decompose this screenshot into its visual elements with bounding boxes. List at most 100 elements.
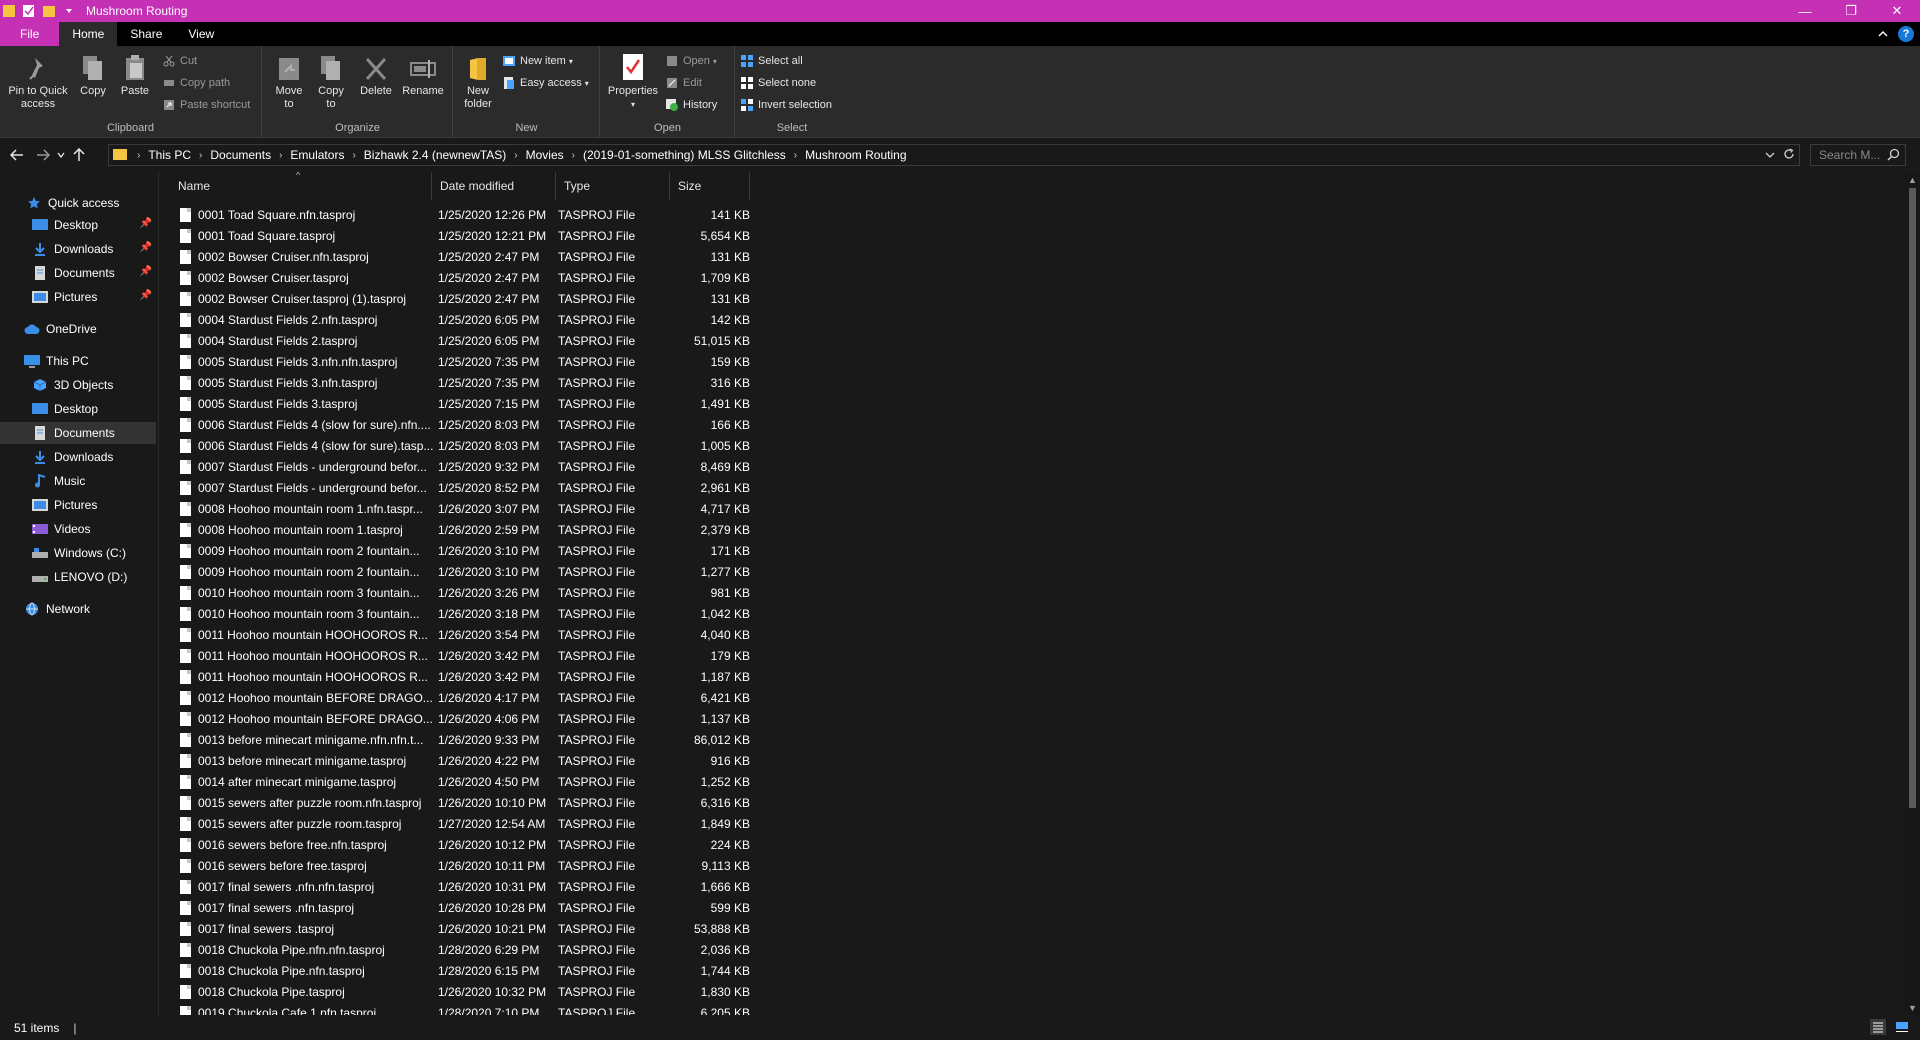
paste-shortcut-button[interactable]: Paste shortcut	[162, 96, 250, 114]
nav-pictures[interactable]: Pictures	[0, 494, 156, 516]
new-folder-button[interactable]: New folder	[458, 52, 498, 111]
file-row[interactable]: 0007 Stardust Fields - underground befor…	[160, 477, 780, 498]
file-row[interactable]: 0009 Hoohoo mountain room 2 fountain... 1…	[160, 540, 780, 561]
file-row[interactable]: 0014 after minecart minigame.tasproj 1/26…	[160, 771, 780, 792]
nav-quick-access[interactable]: Quick access	[0, 192, 156, 214]
nav-qa-documents[interactable]: Documents 📌	[0, 262, 156, 284]
file-row[interactable]: 0019 Chuckola Cafe 1.nfn.tasproj 1/28/202…	[160, 1002, 780, 1015]
file-row[interactable]: 0018 Chuckola Pipe.nfn.nfn.tasproj 1/28/2…	[160, 939, 780, 960]
nav-qa-desktop[interactable]: Desktop 📌	[0, 214, 156, 236]
breadcrumb-this-pc[interactable]: This PC	[148, 148, 191, 162]
breadcrumb-movies[interactable]: Movies	[526, 148, 564, 162]
file-row[interactable]: 0002 Bowser Cruiser.tasproj (1).tasproj 1…	[160, 288, 780, 309]
edit-button[interactable]: Edit	[665, 74, 702, 92]
scrollbar-thumb[interactable]	[1909, 188, 1916, 808]
file-row[interactable]: 0013 before minecart minigame.nfn.nfn.t.…	[160, 729, 780, 750]
copy-to-button[interactable]: Copy to	[313, 52, 349, 111]
paste-button[interactable]: Paste	[118, 52, 152, 98]
file-row[interactable]: 0005 Stardust Fields 3.nfn.nfn.tasproj 1/…	[160, 351, 780, 372]
minimize-button[interactable]: —	[1782, 0, 1828, 22]
pin-icon[interactable]: 📌	[140, 266, 152, 277]
file-row[interactable]: 0009 Hoohoo mountain room 2 fountain... 1…	[160, 561, 780, 582]
nav-documents[interactable]: Documents	[0, 422, 156, 444]
file-row[interactable]: 0004 Stardust Fields 2.tasproj 1/25/2020 …	[160, 330, 780, 351]
recent-locations-icon[interactable]	[54, 144, 68, 166]
nav-windows-c[interactable]: Windows (C:)	[0, 542, 156, 564]
file-row[interactable]: 0001 Toad Square.nfn.tasproj 1/25/2020 12…	[160, 204, 780, 225]
new-folder-icon[interactable]	[42, 4, 56, 18]
file-row[interactable]: 0011 Hoohoo mountain HOOHOOROS R... 1/26/…	[160, 645, 780, 666]
cut-button[interactable]: Cut	[162, 52, 197, 70]
delete-button[interactable]: Delete	[357, 52, 395, 98]
nav-downloads[interactable]: Downloads	[0, 446, 156, 468]
nav-lenovo-d[interactable]: LENOVO (D:)	[0, 566, 156, 588]
nav-onedrive[interactable]: OneDrive	[0, 318, 156, 340]
up-arrow-icon[interactable]	[68, 144, 90, 166]
column-header-size[interactable]: Size	[670, 172, 750, 200]
nav-music[interactable]: Music	[0, 470, 156, 492]
open-button[interactable]: Open ▾	[665, 52, 717, 70]
nav-network[interactable]: Network	[0, 598, 156, 620]
file-row[interactable]: 0005 Stardust Fields 3.tasproj 1/25/2020 …	[160, 393, 780, 414]
nav-qa-pictures[interactable]: Pictures 📌	[0, 286, 156, 308]
file-row[interactable]: 0002 Bowser Cruiser.tasproj 1/25/2020 2:4…	[160, 267, 780, 288]
tab-home[interactable]: Home	[59, 22, 118, 46]
large-icons-view-icon[interactable]	[1894, 1019, 1910, 1035]
move-to-button[interactable]: Move to	[271, 52, 307, 111]
file-row[interactable]: 0012 Hoohoo mountain BEFORE DRAGO... 1/26…	[160, 687, 780, 708]
pane-divider[interactable]	[158, 172, 159, 1015]
breadcrumb-documents[interactable]: Documents	[210, 148, 271, 162]
address-dropdown-icon[interactable]	[1765, 148, 1775, 163]
nav-qa-downloads[interactable]: Downloads 📌	[0, 238, 156, 260]
back-arrow-icon[interactable]	[6, 144, 28, 166]
file-row[interactable]: 0017 final sewers .nfn.nfn.tasproj 1/26/2…	[160, 876, 780, 897]
details-view-icon[interactable]	[1870, 1019, 1886, 1035]
help-icon[interactable]: ?	[1898, 26, 1914, 42]
file-row[interactable]: 0001 Toad Square.tasproj 1/25/2020 12:21 …	[160, 225, 780, 246]
nav-3d-objects[interactable]: 3D Objects	[0, 374, 156, 396]
rename-button[interactable]: Rename	[401, 52, 445, 98]
easy-access-button[interactable]: Easy access ▾	[502, 74, 589, 92]
copy-path-button[interactable]: Copy path	[162, 74, 230, 92]
file-row[interactable]: 0004 Stardust Fields 2.nfn.tasproj 1/25/2…	[160, 309, 780, 330]
file-row[interactable]: 0017 final sewers .nfn.tasproj 1/26/2020 …	[160, 897, 780, 918]
invert-selection-button[interactable]: Invert selection	[740, 96, 832, 114]
file-row[interactable]: 0011 Hoohoo mountain HOOHOOROS R... 1/26/…	[160, 624, 780, 645]
properties-icon[interactable]	[22, 4, 36, 18]
file-row[interactable]: 0015 sewers after puzzle room.nfn.taspro…	[160, 792, 780, 813]
nav-videos[interactable]: Videos	[0, 518, 156, 540]
customize-toolbar-icon[interactable]	[62, 4, 76, 18]
select-all-button[interactable]: Select all	[740, 52, 803, 70]
breadcrumb-emulators[interactable]: Emulators	[290, 148, 344, 162]
tab-share[interactable]: Share	[117, 22, 175, 46]
address-bar[interactable]: › This PC › Documents › Emulators › Bizhawk …	[108, 144, 1800, 166]
tab-file[interactable]: File	[0, 22, 60, 46]
file-row[interactable]: 0013 before minecart minigame.tasproj 1/2…	[160, 750, 780, 771]
file-row[interactable]: 0006 Stardust Fields 4 (slow for sure).n…	[160, 414, 780, 435]
file-row[interactable]: 0010 Hoohoo mountain room 3 fountain... 1…	[160, 603, 780, 624]
file-row[interactable]: 0005 Stardust Fields 3.nfn.tasproj 1/25/2…	[160, 372, 780, 393]
file-row[interactable]: 0002 Bowser Cruiser.nfn.tasproj 1/25/2020…	[160, 246, 780, 267]
file-row[interactable]: 0010 Hoohoo mountain room 3 fountain... 1…	[160, 582, 780, 603]
close-button[interactable]: ✕	[1874, 0, 1920, 22]
file-row[interactable]: 0016 sewers before free.nfn.tasproj 1/26/…	[160, 834, 780, 855]
file-row[interactable]: 0006 Stardust Fields 4 (slow for sure).t…	[160, 435, 780, 456]
breadcrumb-mlss-glitchless[interactable]: (2019-01-something) MLSS Glitchless	[583, 148, 786, 162]
nav-desktop[interactable]: Desktop	[0, 398, 156, 420]
search-box[interactable]: Search M...	[1810, 144, 1906, 166]
pin-icon[interactable]: 📌	[140, 218, 152, 229]
file-row[interactable]: 0018 Chuckola Pipe.nfn.tasproj 1/28/2020 …	[160, 960, 780, 981]
collapse-ribbon-icon[interactable]	[1878, 27, 1888, 41]
breadcrumb-bizhawk[interactable]: Bizhawk 2.4 (newnewTAS)	[364, 148, 507, 162]
pin-icon[interactable]: 📌	[140, 290, 152, 301]
file-row[interactable]: 0015 sewers after puzzle room.tasproj 1/2…	[160, 813, 780, 834]
select-none-button[interactable]: Select none	[740, 74, 816, 92]
column-header-type[interactable]: Type	[556, 172, 670, 200]
file-row[interactable]: 0008 Hoohoo mountain room 1.nfn.taspr...…	[160, 498, 780, 519]
copy-button[interactable]: Copy	[76, 52, 110, 98]
scroll-up-icon[interactable]: ▲	[1905, 172, 1920, 187]
file-row[interactable]: 0007 Stardust Fields - underground befor…	[160, 456, 780, 477]
history-button[interactable]: History	[665, 96, 717, 114]
scroll-down-icon[interactable]: ▼	[1905, 1000, 1920, 1015]
file-row[interactable]: 0018 Chuckola Pipe.tasproj 1/26/2020 10:3…	[160, 981, 780, 1002]
